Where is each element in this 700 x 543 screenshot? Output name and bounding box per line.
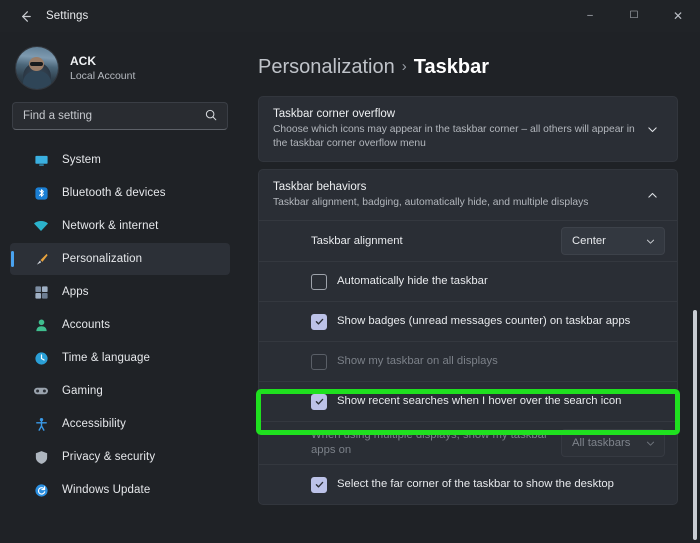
minimize-icon: – — [587, 11, 593, 21]
apps-icon — [32, 283, 50, 301]
search-container: Find a setting — [12, 102, 228, 130]
breadcrumb: Personalization › Taskbar — [258, 54, 700, 82]
card-taskbar-corner-overflow: Taskbar corner overflow Choose which ico… — [258, 96, 678, 162]
maximize-icon: ☐ — [630, 11, 639, 21]
title-bar: Settings – ☐ ✕ — [0, 0, 700, 32]
row-show-taskbar-all-displays: Show my taskbar on all displays — [259, 341, 677, 381]
settings-window: Settings – ☐ ✕ ACK Local Account Find a … — [0, 0, 700, 543]
paintbrush-icon — [32, 250, 50, 268]
minimize-button[interactable]: – — [568, 0, 612, 32]
chevron-down-icon[interactable] — [639, 123, 665, 136]
row-label: Show badges (unread messages counter) on… — [337, 314, 665, 329]
sidebar-item-label: Accessibility — [62, 418, 126, 430]
sidebar-item-system[interactable]: System — [10, 144, 230, 176]
sidebar-item-label: Network & internet — [62, 220, 158, 232]
sidebar-item-label: Time & language — [62, 352, 150, 364]
search-input[interactable]: Find a setting — [12, 102, 228, 130]
breadcrumb-parent[interactable]: Personalization — [258, 56, 395, 78]
row-label: When using multiple displays, show my ta… — [311, 428, 561, 458]
gamepad-icon — [32, 382, 50, 400]
sidebar-item-label: Privacy & security — [62, 451, 155, 463]
avatar — [16, 47, 58, 89]
multiple-displays-dropdown: All taskbars — [561, 429, 665, 457]
sidebar-nav: System Bluetooth & devices Network & int… — [0, 144, 240, 506]
row-multiple-displays-taskbar-apps: When using multiple displays, show my ta… — [259, 421, 677, 464]
taskbar-alignment-dropdown[interactable]: Center — [561, 227, 665, 255]
row-taskbar-alignment: Taskbar alignment Center — [259, 220, 677, 261]
sidebar-item-network-internet[interactable]: Network & internet — [10, 210, 230, 242]
row-show-badges[interactable]: Show badges (unread messages counter) on… — [259, 301, 677, 341]
back-button[interactable] — [10, 4, 40, 28]
chevron-up-icon[interactable] — [639, 189, 665, 202]
card-title: Taskbar behaviors — [273, 180, 639, 195]
dropdown-value: Center — [572, 235, 637, 247]
row-label: Show my taskbar on all displays — [337, 354, 665, 369]
checkbox-select-far-corner[interactable] — [311, 477, 327, 493]
row-label: Taskbar alignment — [311, 234, 561, 249]
sidebar-item-label: Bluetooth & devices — [62, 187, 166, 199]
card-taskbar-behaviors: Taskbar behaviors Taskbar alignment, bad… — [258, 169, 678, 505]
clock-icon — [32, 349, 50, 367]
person-icon — [32, 316, 50, 334]
sidebar-item-label: System — [62, 154, 101, 166]
search-placeholder: Find a setting — [23, 110, 92, 122]
content-scrollbar[interactable] — [693, 310, 697, 540]
breadcrumb-separator: › — [402, 58, 407, 75]
sidebar-item-gaming[interactable]: Gaming — [10, 375, 230, 407]
update-icon — [32, 481, 50, 499]
sidebar-item-label: Windows Update — [62, 484, 150, 496]
back-arrow-icon — [18, 9, 33, 24]
settings-cards: Taskbar corner overflow Choose which ico… — [240, 82, 700, 505]
checkbox-show-badges[interactable] — [311, 314, 327, 330]
wifi-icon — [32, 217, 50, 235]
sidebar-item-accounts[interactable]: Accounts — [10, 309, 230, 341]
card-header[interactable]: Taskbar corner overflow Choose which ico… — [259, 97, 677, 161]
search-icon — [204, 108, 218, 127]
dropdown-value: All taskbars — [572, 437, 637, 449]
card-title: Taskbar corner overflow — [273, 107, 639, 122]
sidebar-item-accessibility[interactable]: Accessibility — [10, 408, 230, 440]
profile-name: ACK — [70, 54, 135, 69]
row-show-recent-searches[interactable]: Show recent searches when I hover over t… — [259, 381, 677, 421]
card-description: Choose which icons may appear in the tas… — [273, 123, 639, 151]
close-button[interactable]: ✕ — [656, 0, 700, 32]
bluetooth-icon — [32, 184, 50, 202]
shield-icon — [32, 448, 50, 466]
page-header: Personalization › Taskbar — [240, 32, 700, 82]
sidebar-item-label: Apps — [62, 286, 89, 298]
chevron-down-icon — [645, 438, 656, 449]
display-icon — [32, 151, 50, 169]
sidebar-item-personalization[interactable]: Personalization — [10, 243, 230, 275]
row-automatically-hide-taskbar[interactable]: Automatically hide the taskbar — [259, 261, 677, 301]
sidebar-item-bluetooth-devices[interactable]: Bluetooth & devices — [10, 177, 230, 209]
close-icon: ✕ — [673, 10, 683, 22]
row-label: Select the far corner of the taskbar to … — [337, 477, 665, 492]
profile-section[interactable]: ACK Local Account — [0, 32, 240, 90]
sidebar-item-privacy-security[interactable]: Privacy & security — [10, 441, 230, 473]
row-label: Show recent searches when I hover over t… — [337, 394, 665, 409]
checkbox-show-recent-searches[interactable] — [311, 394, 327, 410]
sidebar-item-label: Gaming — [62, 385, 103, 397]
profile-account-type: Local Account — [70, 69, 135, 83]
row-label: Automatically hide the taskbar — [337, 274, 665, 289]
maximize-button[interactable]: ☐ — [612, 0, 656, 32]
row-select-far-corner[interactable]: Select the far corner of the taskbar to … — [259, 464, 677, 504]
page-title: Taskbar — [414, 56, 489, 78]
window-controls: – ☐ ✕ — [568, 0, 700, 32]
card-description: Taskbar alignment, badging, automaticall… — [273, 196, 639, 210]
sidebar-item-windows-update[interactable]: Windows Update — [10, 474, 230, 506]
checkbox-automatically-hide-taskbar[interactable] — [311, 274, 327, 290]
chevron-down-icon — [645, 236, 656, 247]
checkbox-show-taskbar-all-displays — [311, 354, 327, 370]
app-title: Settings — [46, 10, 88, 22]
sidebar-item-time-language[interactable]: Time & language — [10, 342, 230, 374]
main-content: Personalization › Taskbar Taskbar corner o… — [240, 32, 700, 543]
accessibility-icon — [32, 415, 50, 433]
card-header[interactable]: Taskbar behaviors Taskbar alignment, bad… — [259, 170, 677, 220]
sidebar-item-label: Accounts — [62, 319, 110, 331]
sidebar: ACK Local Account Find a setting System — [0, 32, 240, 543]
sidebar-item-label: Personalization — [62, 253, 142, 265]
sidebar-item-apps[interactable]: Apps — [10, 276, 230, 308]
